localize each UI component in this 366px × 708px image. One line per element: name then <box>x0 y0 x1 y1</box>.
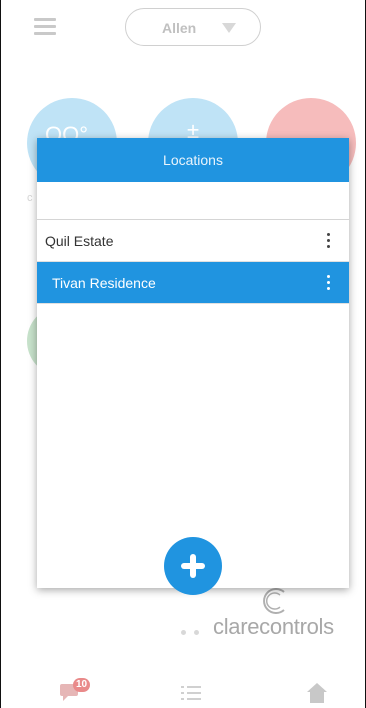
modal-title: Locations <box>37 138 349 182</box>
plus-icon <box>181 554 205 578</box>
locations-modal: Locations Quil Estate Tivan Residence <box>37 138 349 595</box>
location-search-input[interactable] <box>37 182 349 220</box>
kebab-icon[interactable] <box>325 233 331 249</box>
location-item-tivan-residence[interactable]: Tivan Residence <box>37 262 349 304</box>
add-location-button[interactable] <box>164 537 222 595</box>
location-label: Quil Estate <box>45 232 114 249</box>
location-item-quil-estate[interactable]: Quil Estate <box>37 220 349 262</box>
location-list: Quil Estate Tivan Residence <box>37 220 349 304</box>
location-label: Tivan Residence <box>52 274 156 291</box>
kebab-icon[interactable] <box>325 275 331 291</box>
